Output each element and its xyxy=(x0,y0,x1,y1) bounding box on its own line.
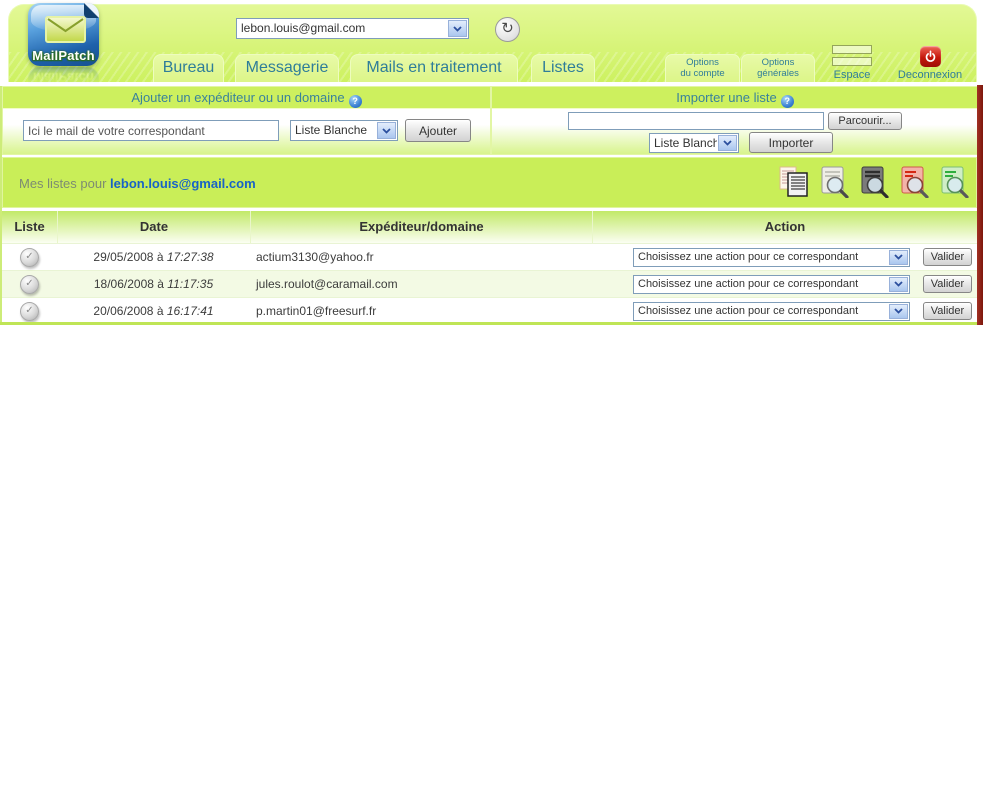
validate-button[interactable]: Valider xyxy=(923,302,972,320)
action-select[interactable]: Choisissez une action pour ce correspond… xyxy=(633,302,910,321)
refresh-icon[interactable]: ↻ xyxy=(495,17,520,42)
action-select-value: Choisissez une action pour ce correspond… xyxy=(634,303,888,320)
lists-table: Liste Date Expéditeur/domaine Action ✓ 2… xyxy=(2,211,977,324)
sender-email-input[interactable] xyxy=(23,120,279,141)
sender-list-select[interactable]: Liste Blanche xyxy=(290,120,398,141)
sender-list-select-value: Liste Blanche xyxy=(291,121,376,140)
add-sender-panel: Ajouter un expéditeur ou un domaine? Lis… xyxy=(2,86,491,155)
tab-mails-en-traitement-label: Mails en traitement xyxy=(366,59,501,76)
row-date: 18/06/2008 à 11:17:35 xyxy=(57,277,250,291)
row-date: 20/06/2008 à 16:17:41 xyxy=(57,304,250,318)
content-right-edge xyxy=(977,85,983,325)
import-file-input[interactable] xyxy=(568,112,824,130)
browse-button[interactable]: Parcourir... xyxy=(828,112,902,130)
white-list-check-icon[interactable]: ✓ xyxy=(20,275,39,294)
row-sender: actium3130@yahoo.fr xyxy=(250,250,592,264)
import-list-form: Parcourir... Liste Blanche Importer xyxy=(492,109,978,154)
tab-bureau[interactable]: Bureau xyxy=(153,54,224,82)
add-sender-title: Ajouter un expéditeur ou un domaine xyxy=(131,90,344,105)
row-sender: jules.roulot@caramail.com xyxy=(250,277,592,291)
chevron-down-icon xyxy=(377,122,396,139)
table-row: ✓ 18/06/2008 à 11:17:35 jules.roulot@car… xyxy=(2,270,977,297)
my-lists-bar: Mes listes pour lebon.louis@gmail.com xyxy=(2,157,977,208)
tab-options-compte-line2: du compte xyxy=(680,68,724,79)
action-select-value: Choisissez une action pour ce correspond… xyxy=(634,249,888,266)
import-button[interactable]: Importer xyxy=(749,132,833,153)
table-header-row: Liste Date Expéditeur/domaine Action xyxy=(2,211,977,243)
chevron-down-icon xyxy=(718,135,737,151)
tab-messagerie-label: Messagerie xyxy=(246,59,329,76)
my-lists-label: Mes listes pour lebon.louis@gmail.com xyxy=(19,176,256,191)
action-select-value: Choisissez une action pour ce correspond… xyxy=(634,276,888,293)
col-header-date: Date xyxy=(57,211,250,243)
action-select[interactable]: Choisissez une action pour ce correspond… xyxy=(633,275,910,294)
deconnexion-label: Deconnexion xyxy=(898,69,962,81)
tab-messagerie[interactable]: Messagerie xyxy=(235,54,339,82)
chevron-down-icon xyxy=(448,20,467,37)
all-lists-icon[interactable] xyxy=(778,166,810,198)
tab-options-compte-line1: Options xyxy=(686,57,719,68)
my-lists-email: lebon.louis@gmail.com xyxy=(110,176,256,191)
chevron-down-icon xyxy=(889,250,908,265)
white-list-check-icon[interactable]: ✓ xyxy=(20,248,39,267)
espace-label: Espace xyxy=(834,69,871,81)
storage-bars-icon xyxy=(832,45,872,66)
logo-reflection: MailPatch xyxy=(28,67,99,87)
import-list-select-value: Liste Blanche xyxy=(650,134,717,152)
table-row: ✓ 29/05/2008 à 17:27:38 actium3130@yahoo… xyxy=(2,243,977,270)
col-header-liste: Liste xyxy=(2,211,57,243)
tab-options-compte[interactable]: Options du compte xyxy=(665,54,740,82)
search-red-list-icon[interactable] xyxy=(898,166,930,198)
validate-button[interactable]: Valider xyxy=(923,248,972,266)
account-select-value: lebon.louis@gmail.com xyxy=(237,19,447,38)
import-list-panel: Importer une liste? Parcourir... Liste B… xyxy=(491,86,979,155)
tab-listes-label: Listes xyxy=(542,59,584,76)
chevron-down-icon xyxy=(889,277,908,292)
search-green-list-icon[interactable] xyxy=(938,166,970,198)
envelope-icon xyxy=(45,16,86,43)
import-list-title: Importer une liste xyxy=(676,90,776,105)
tab-bureau-label: Bureau xyxy=(163,59,215,76)
add-sender-title-bar: Ajouter un expéditeur ou un domaine? xyxy=(3,87,490,109)
power-icon xyxy=(920,46,941,67)
deconnexion-button[interactable]: Deconnexion xyxy=(889,46,971,81)
add-button[interactable]: Ajouter xyxy=(405,119,471,142)
row-date: 29/05/2008 à 17:27:38 xyxy=(57,250,250,264)
help-icon[interactable]: ? xyxy=(349,95,362,108)
content-bottom-edge xyxy=(0,322,977,325)
validate-button[interactable]: Valider xyxy=(923,275,972,293)
tab-options-generales-line2: générales xyxy=(757,68,799,79)
search-white-list-icon[interactable] xyxy=(818,166,850,198)
logo-wordmark: MailPatch xyxy=(28,48,99,63)
col-header-sender: Expéditeur/domaine xyxy=(250,211,592,243)
help-icon[interactable]: ? xyxy=(781,95,794,108)
import-list-title-bar: Importer une liste? xyxy=(492,87,978,109)
mailpatch-page: lebon.louis@gmail.com ↻ Bureau Messageri… xyxy=(0,0,983,810)
content-left-edge xyxy=(0,86,2,322)
account-select[interactable]: lebon.louis@gmail.com xyxy=(236,18,469,39)
tab-mails-en-traitement[interactable]: Mails en traitement xyxy=(350,54,518,82)
header-bar: lebon.louis@gmail.com ↻ Bureau Messageri… xyxy=(8,4,977,82)
chevron-down-icon xyxy=(889,304,908,319)
search-black-list-icon[interactable] xyxy=(858,166,890,198)
action-select[interactable]: Choisissez une action pour ce correspond… xyxy=(633,248,910,267)
white-list-check-icon[interactable]: ✓ xyxy=(20,302,39,321)
tab-options-generales-line1: Options xyxy=(762,57,795,68)
mailpatch-logo[interactable]: MailPatch xyxy=(28,3,99,66)
table-row: ✓ 20/06/2008 à 16:17:41 p.martin01@frees… xyxy=(2,297,977,324)
add-sender-form: Liste Blanche Ajouter xyxy=(3,109,490,154)
import-list-select[interactable]: Liste Blanche xyxy=(649,133,739,153)
tab-options-generales[interactable]: Options générales xyxy=(741,54,815,82)
tab-listes[interactable]: Listes xyxy=(531,54,595,82)
col-header-action: Action xyxy=(592,211,977,243)
my-lists-label-prefix: Mes listes pour xyxy=(19,176,106,191)
row-sender: p.martin01@freesurf.fr xyxy=(250,304,592,318)
espace-button[interactable]: Espace xyxy=(823,45,881,81)
list-view-icons xyxy=(778,166,970,198)
